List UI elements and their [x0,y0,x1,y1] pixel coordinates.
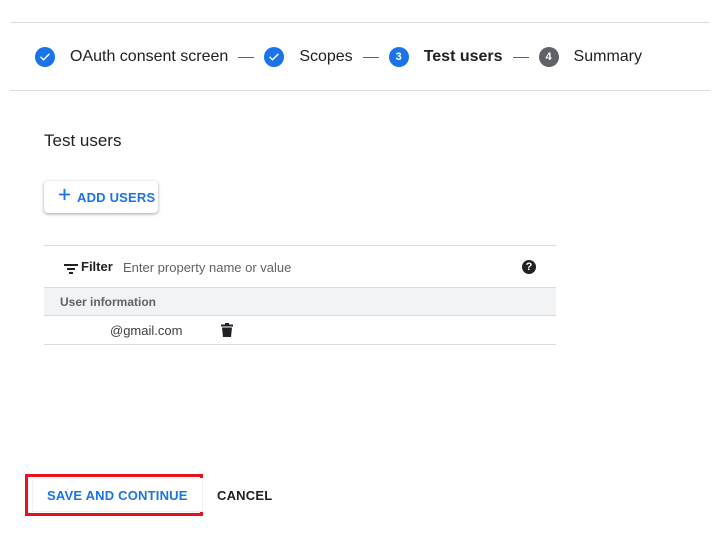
step-scopes[interactable]: Scopes [264,47,353,67]
check-icon [35,47,55,67]
help-icon[interactable]: ? [522,260,536,274]
step-label: OAuth consent screen [70,48,229,65]
step-connector [512,56,529,58]
step-label: Test users [423,48,503,65]
test-users-table: Filter ? User information @gmail.com [44,245,556,345]
check-icon [264,47,285,67]
step-summary[interactable]: 4 Summary [538,47,642,67]
step-label: Summary [573,48,642,65]
filter-input[interactable] [123,257,503,277]
save-and-continue-label: SAVE AND CONTINUE [47,487,188,503]
filter-bar: Filter ? [44,245,556,287]
section-title: Test users [44,131,122,150]
step-number-badge: 4 [538,47,559,67]
top-divider [10,22,710,23]
plus-icon [58,188,71,206]
stepper: OAuth consent screen Scopes 3 Test users… [35,46,642,68]
step-test-users[interactable]: 3 Test users [388,47,503,67]
save-button-highlight: SAVE AND CONTINUE [25,474,203,516]
add-users-label: ADD USERS [77,189,156,205]
step-number-badge: 3 [388,47,409,67]
step-label: Scopes [299,48,353,65]
filter-label: Filter [81,259,113,274]
stepper-divider [10,90,710,91]
step-oauth-consent-screen[interactable]: OAuth consent screen [35,47,228,67]
column-header-user-information: User information [60,294,157,309]
add-users-button[interactable]: ADD USERS [44,181,158,213]
cancel-button[interactable]: CANCEL [217,478,272,512]
footer-actions: SAVE AND CONTINUE CANCEL [25,474,272,516]
user-email: @gmail.com [110,323,183,338]
delete-icon[interactable] [221,323,233,342]
cancel-label: CANCEL [217,487,273,503]
step-connector [238,56,255,58]
table-row: @gmail.com [44,316,556,345]
step-connector [362,56,379,58]
filter-icon[interactable] [64,261,78,279]
table-header: User information [44,287,556,316]
save-and-continue-button[interactable]: SAVE AND CONTINUE [32,478,203,512]
